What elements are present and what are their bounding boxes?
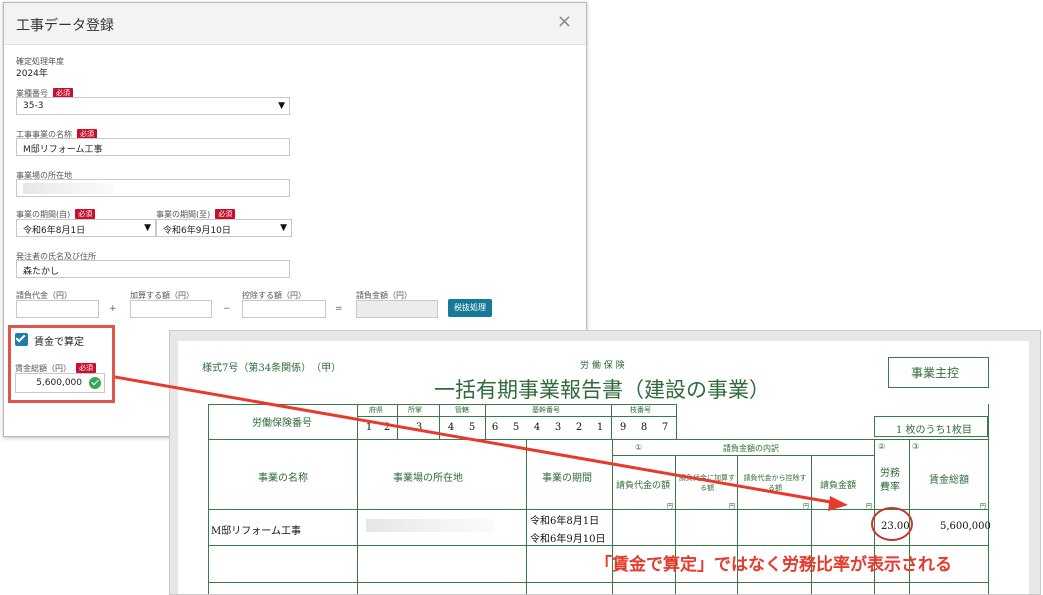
arrow-overlay (114, 375, 848, 511)
arrow-line (114, 375, 837, 505)
arrow-head-icon (828, 496, 848, 511)
